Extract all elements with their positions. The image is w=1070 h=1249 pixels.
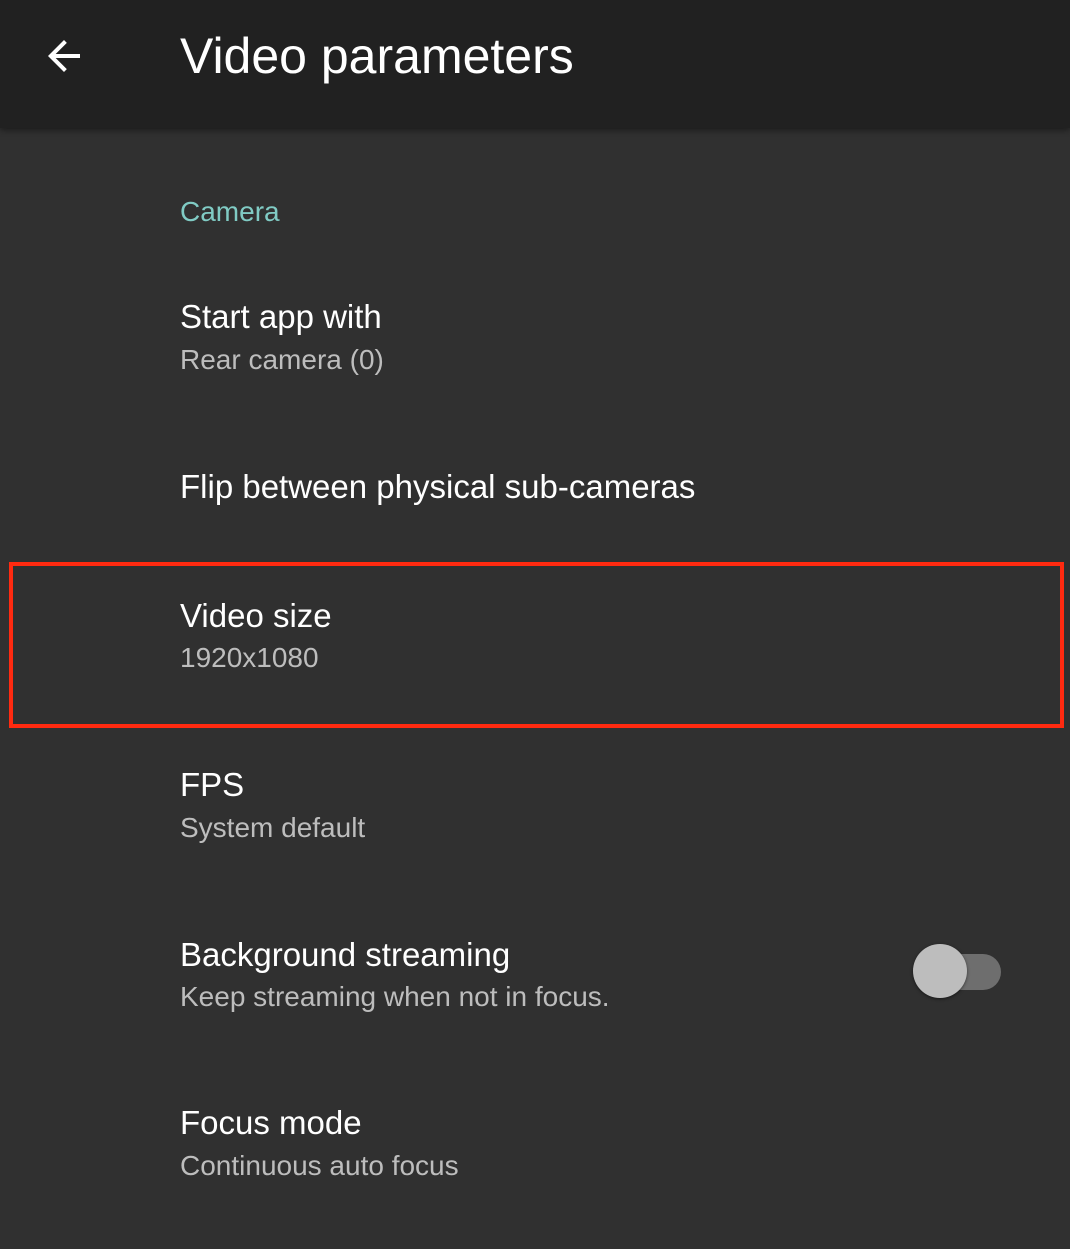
preferences-list: Camera Start app with Rear camera (0) Fl…: [0, 128, 1070, 1249]
pref-title: Start app with: [180, 298, 382, 335]
pref-summary: Keep streaming when not in focus.: [180, 981, 610, 1012]
app-bar: Video parameters: [0, 0, 1070, 128]
pref-fps[interactable]: FPS System default: [0, 738, 1070, 898]
back-button[interactable]: [30, 22, 98, 90]
pref-title: Focus mode: [180, 1104, 362, 1141]
arrow-left-icon: [48, 40, 80, 72]
pref-summary: Continuous auto focus: [180, 1150, 459, 1181]
pref-title: Background streaming: [180, 936, 511, 973]
pref-summary: Rear camera (0): [180, 344, 384, 375]
pref-title: Video size: [180, 597, 332, 634]
page-title: Video parameters: [180, 28, 574, 84]
switch-thumb: [913, 944, 967, 998]
pref-focus-mode[interactable]: Focus mode Continuous auto focus: [0, 1078, 1070, 1238]
pref-flip-sub-cameras[interactable]: Flip between physical sub-cameras: [0, 438, 1070, 558]
pref-start-app-with[interactable]: Start app with Rear camera (0): [0, 278, 1070, 438]
pref-title: FPS: [180, 766, 245, 803]
pref-background-streaming[interactable]: Background streaming Keep streaming when…: [0, 908, 1070, 1068]
pref-title: Flip between physical sub-cameras: [180, 468, 696, 505]
pref-summary: 1920x1080: [180, 642, 319, 673]
background-streaming-switch[interactable]: [913, 944, 1003, 1000]
pref-video-size[interactable]: Video size 1920x1080: [0, 568, 1070, 718]
category-camera: Camera: [180, 196, 280, 227]
pref-summary: System default: [180, 812, 366, 843]
